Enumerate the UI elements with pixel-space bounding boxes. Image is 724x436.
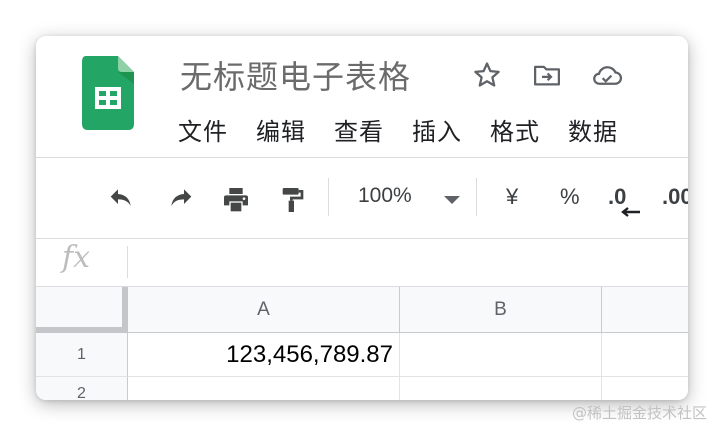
star-icon[interactable]: [470, 58, 504, 92]
increase-decimal-label: .00: [662, 184, 688, 209]
format-currency-button[interactable]: ¥: [506, 184, 518, 210]
cell-a2[interactable]: [128, 377, 400, 400]
redo-icon[interactable]: [162, 182, 198, 218]
move-to-folder-icon[interactable]: [530, 58, 564, 92]
column-header-a[interactable]: A: [128, 287, 400, 333]
toolbar-separator: [328, 178, 329, 216]
menu-file[interactable]: 文件: [178, 112, 228, 147]
formula-input[interactable]: [136, 242, 676, 278]
toolbar-separator: [476, 178, 477, 216]
toolbar-divider: [36, 238, 688, 239]
undo-icon[interactable]: [104, 182, 140, 218]
increase-decimal-button[interactable]: .00: [662, 184, 688, 210]
format-percent-button[interactable]: %: [560, 184, 580, 210]
header-divider: [36, 157, 688, 158]
menu-edit[interactable]: 编辑: [256, 112, 306, 147]
formula-bar-separator: [127, 246, 128, 278]
paint-format-icon[interactable]: [274, 182, 310, 218]
zoom-select[interactable]: 100%: [358, 184, 412, 208]
menu-bar: 文件 编辑 查看 插入 格式 数据: [178, 112, 646, 147]
cell-b1[interactable]: [400, 333, 602, 377]
print-icon[interactable]: [218, 182, 254, 218]
cell-c2[interactable]: [602, 377, 688, 400]
sheet-grid: A B 1 2 123,456,789.87: [36, 287, 688, 400]
arrow-left-icon: [621, 207, 640, 217]
cell-b2[interactable]: [400, 377, 602, 400]
menu-view[interactable]: 查看: [334, 112, 384, 147]
row-header-1[interactable]: 1: [36, 333, 128, 377]
cloud-saved-icon[interactable]: [590, 58, 624, 92]
sheets-window: 无标题电子表格 文件 编辑 查看 插入 格式 数据 100% ¥ % .0 .0…: [36, 36, 688, 400]
fx-label: fx: [62, 240, 91, 275]
column-header-c[interactable]: [602, 287, 688, 333]
sheets-logo-icon[interactable]: [82, 56, 134, 130]
cell-a1[interactable]: 123,456,789.87: [128, 333, 400, 377]
menu-data[interactable]: 数据: [568, 112, 618, 147]
document-title[interactable]: 无标题电子表格: [180, 52, 411, 98]
chevron-down-icon[interactable]: [444, 196, 460, 204]
watermark-text: @稀土掘金技术社区: [572, 404, 708, 422]
select-all-corner[interactable]: [36, 287, 128, 333]
menu-format[interactable]: 格式: [490, 112, 540, 147]
menu-insert[interactable]: 插入: [412, 112, 462, 147]
column-header-b[interactable]: B: [400, 287, 602, 333]
cell-c1[interactable]: [602, 333, 688, 377]
row-header-2[interactable]: 2: [36, 377, 128, 400]
